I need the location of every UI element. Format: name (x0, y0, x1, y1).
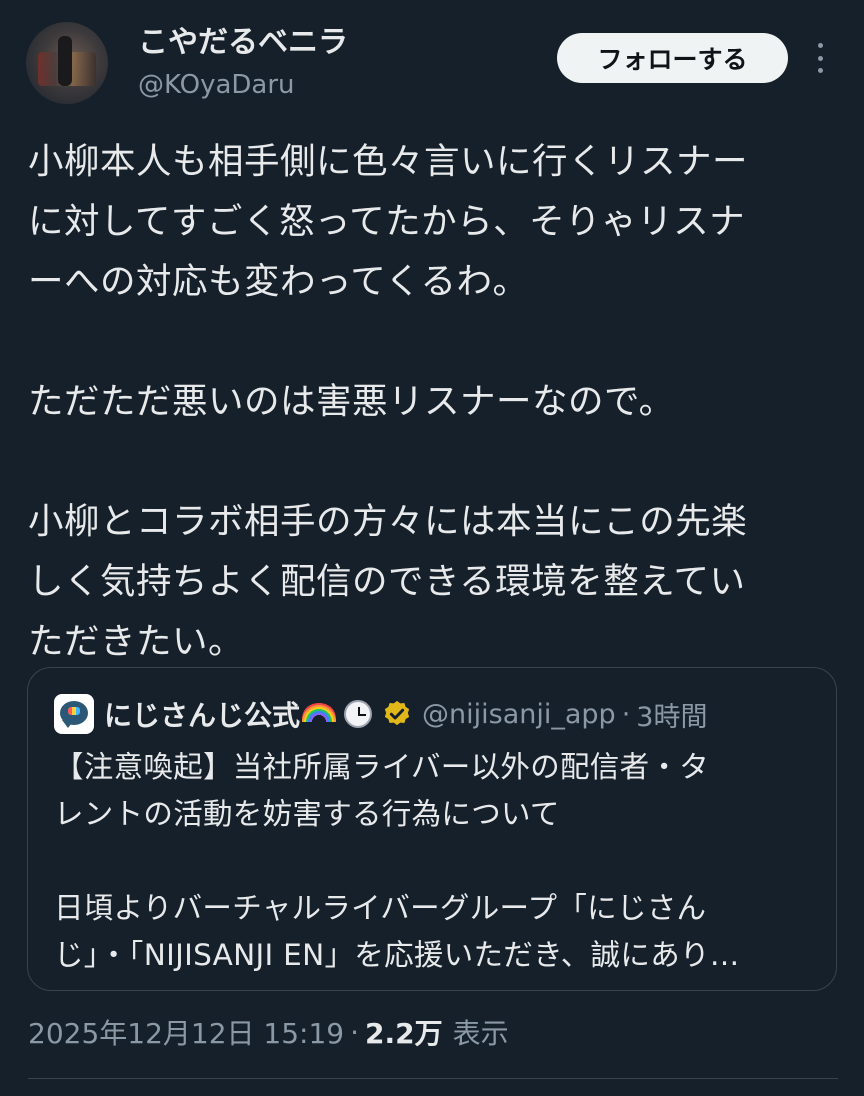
more-dot (817, 68, 823, 73)
more-dot (817, 43, 823, 48)
tweet-header: こやだるベニラ @KOyaDaru フォローする (0, 0, 864, 120)
divider (28, 1078, 838, 1079)
author-avatar[interactable] (26, 22, 108, 104)
speech-bubble-tail (62, 720, 74, 728)
quoted-tweet-text: 【注意喚起】当社所属ライバー以外の配信者・タ レントの活動を妨害する行為について… (54, 744, 814, 979)
view-count: 2.2万 (365, 1017, 443, 1050)
verified-badge-icon (382, 699, 412, 729)
quoted-tweet-header: にじさんじ公式 @nijisanji_app · 3時間 (54, 694, 707, 734)
quoted-author-avatar[interactable] (54, 694, 94, 734)
rainbow-icon (302, 702, 337, 722)
tweet-line: 小柳とコラボ相手の方々には本当にこの先楽 (28, 501, 748, 542)
tweet-text: 小柳本人も相手側に色々言いに行くリスナー に対してすごく怒ってたから、そりゃリス… (28, 132, 838, 672)
quote-line: じ」・「NIJISANJI EN」を応援いただき、誠にあり… (54, 938, 740, 972)
tweet-line: ーへの対応も変わってくるわ。 (28, 261, 529, 302)
author-handle[interactable]: @KOyaDaru (138, 68, 295, 102)
quoted-author-handle[interactable]: @nijisanji_app (422, 699, 616, 730)
avatar-figure (58, 36, 72, 86)
more-vertical-icon[interactable] (808, 40, 832, 76)
separator-dot: · (350, 1015, 360, 1049)
quoted-author-name[interactable]: にじさんじ公式 (104, 694, 300, 734)
tweet-metadata: 2025年12月12日 15:19 · 2.2万 表示 (28, 1010, 509, 1054)
tweet-line: ただきたい。 (28, 621, 245, 662)
tweet-line: に対してすごく怒ってたから、そりゃリスナ (28, 201, 746, 242)
tweet-line: しく気持ちよく配信のできる環境を整えてい (28, 561, 746, 602)
quote-line: 【注意喚起】当社所属ライバー以外の配信者・タ (54, 750, 710, 784)
more-dot (817, 55, 823, 61)
tweet-timestamp[interactable]: 2025年12月12日 15:19 (28, 1012, 344, 1052)
quote-line: レントの活動を妨害する行為について (54, 797, 560, 831)
quoted-tweet-time[interactable]: 3時間 (636, 695, 707, 734)
logo-colors (68, 707, 80, 715)
clock-icon (344, 700, 373, 728)
view-count-label: 表示 (452, 1017, 509, 1050)
quote-line: 日頃よりバーチャルライバーグループ「にじさん (54, 891, 707, 925)
quoted-tweet-card[interactable]: にじさんじ公式 @nijisanji_app · 3時間 【注意喚起】当社所属ラ… (27, 667, 837, 991)
separator-dot: · (621, 698, 631, 730)
author-display-name[interactable]: こやだるベニラ (138, 24, 348, 62)
follow-button[interactable]: フォローする (557, 33, 788, 83)
tweet-line: ただただ悪いのは害悪リスナーなので。 (28, 381, 675, 422)
tweet-line: 小柳本人も相手側に色々言いに行くリスナー (28, 141, 749, 182)
